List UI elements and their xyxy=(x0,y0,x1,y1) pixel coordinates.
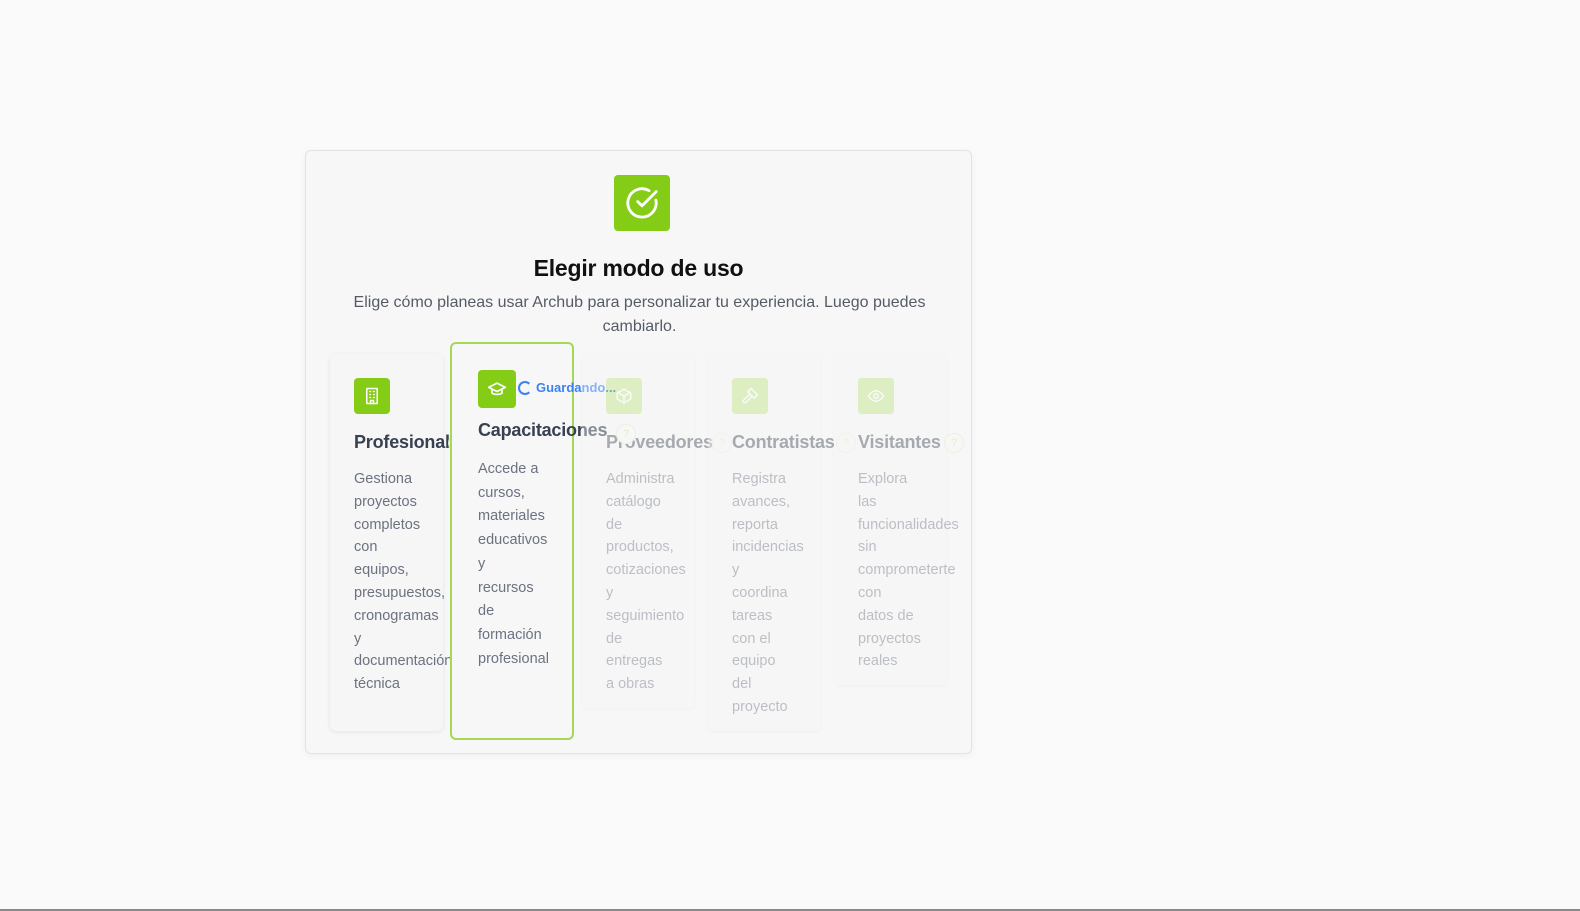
mode-card-visitantes[interactable]: Visitantes ? Explora las funcionalidades… xyxy=(834,354,964,685)
card-description: Gestiona proyectos completos con equipos… xyxy=(354,471,453,693)
card-title: Contratistas xyxy=(732,432,835,452)
card-description: Accede a cursos, materiales educativos y… xyxy=(478,461,549,667)
mode-selection-dialog: Elegir modo de uso Elige cómo planeas us… xyxy=(305,150,972,754)
graduation-cap-icon xyxy=(478,370,516,408)
dialog-title: Elegir modo de uso xyxy=(533,255,744,281)
mode-card-capacitaciones[interactable]: Guardando... Capacitaciones Accede a cur… xyxy=(450,342,616,740)
eye-icon xyxy=(858,378,894,414)
card-title: Profesional xyxy=(354,432,450,452)
mode-card-contratistas[interactable]: Contratistas ? Registra avances, reporta… xyxy=(708,354,856,731)
package-icon xyxy=(606,378,642,414)
card-description: Registra avances, reporta incidencias y … xyxy=(732,471,804,715)
mode-card-proveedores[interactable]: Proveedores ? ? Administra catálogo de p… xyxy=(582,354,732,708)
spinner-icon xyxy=(518,380,532,395)
card-description: Explora las funcionalidades sin comprome… xyxy=(858,471,959,670)
mode-card-profesional[interactable]: Profesional ? Gestiona proyectos complet… xyxy=(330,354,468,731)
card-title: Visitantes xyxy=(858,432,941,452)
dialog-subtitle: Elige cómo planeas usar Archub para pers… xyxy=(353,294,926,335)
help-icon[interactable]: ? xyxy=(944,433,964,453)
card-description: Administra catálogo de productos, cotiza… xyxy=(606,471,686,693)
building-icon xyxy=(354,378,390,414)
hammer-icon xyxy=(732,378,768,414)
help-icon[interactable]: ? xyxy=(616,424,636,444)
check-circle-icon xyxy=(614,175,670,231)
